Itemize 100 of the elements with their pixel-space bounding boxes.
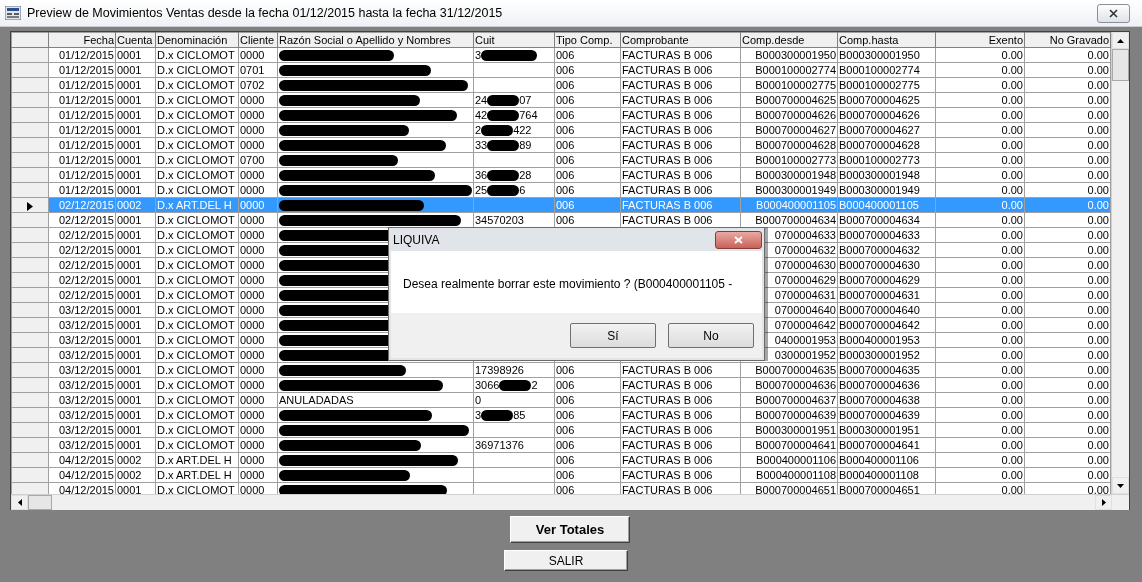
- table-cell: B000300001949: [837, 182, 936, 198]
- table-row[interactable]: 04/12/2015 0002 D.x ART.DEL H 0000 006 FACTURAS B 006 B000400001108 B000400001108 0.00 0.00: [11, 467, 1111, 483]
- table-cell: 0.00: [935, 107, 1025, 123]
- table-cell: B000700004641: [740, 437, 838, 453]
- table-cell: 03/12/2015: [48, 302, 116, 318]
- table-cell: 0.00: [1024, 272, 1111, 288]
- table-row[interactable]: 03/12/2015 0001 D.x CICLOMOT 0000 17398926 006 FACTURAS B 006 B000700004635 B000700004635 0.00 0.00: [11, 362, 1111, 378]
- table-cell: 0.00: [935, 407, 1025, 423]
- table-cell: 006: [554, 122, 621, 138]
- table-row[interactable]: 01/12/2015 0001 D.x CICLOMOT 0000 24 07 006 FACTURAS B 006 B000700004625 B000700004625 0.00 0.00: [11, 92, 1111, 108]
- table-row[interactable]: 01/12/2015 0001 D.x CICLOMOT 0700 006 FACTURAS B 006 B000100002773 B000100002773 0.00 0.00: [11, 152, 1111, 168]
- table-cell: B000700004633: [837, 227, 936, 243]
- table-row[interactable]: 01/12/2015 0001 D.x CICLOMOT 0000 2 422 006 FACTURAS B 006 B000700004627 B000700004627 0.00 0.00: [11, 122, 1111, 138]
- cuit-fragment: 2: [531, 378, 538, 391]
- table-row[interactable]: 01/12/2015 0001 D.x CICLOMOT 0701 006 FACTURAS B 006 B000100002774 B000100002774 0.00 0.00: [11, 62, 1111, 78]
- table-cell: B000100002774: [740, 62, 838, 78]
- table-cell: 03/12/2015: [48, 332, 116, 348]
- table-row[interactable]: 03/12/2015 0001 D.x CICLOMOT 0000 006 FACTURAS B 006 B000300001951 B000300001951 0.00 0.00: [11, 422, 1111, 438]
- column-header[interactable]: Tipo Comp.: [554, 32, 621, 48]
- table-cell: 006: [554, 92, 621, 108]
- close-button[interactable]: [1097, 3, 1130, 23]
- table-cell: 03/12/2015: [48, 347, 116, 363]
- table-row[interactable]: 03/12/2015 0001 D.x CICLOMOT 0000 3 85 006 FACTURAS B 006 B000700004639 B000700004639 0.00 0.00: [11, 407, 1111, 423]
- table-cell: B000700004637: [740, 392, 838, 408]
- table-row[interactable]: 01/12/2015 0001 D.x CICLOMOT 0000 36 28 006 FACTURAS B 006 B000300001948 B000300001948 0.00 0.00: [11, 167, 1111, 183]
- table-cell: 006: [554, 407, 621, 423]
- table-cell: 0.00: [935, 212, 1025, 228]
- table-cell: 0.00: [1024, 392, 1111, 408]
- table-cell: 01/12/2015: [48, 122, 116, 138]
- table-cell: 0.00: [1024, 332, 1111, 348]
- table-cell: FACTURAS B 006: [620, 77, 741, 93]
- table-cell: FACTURAS B 006: [620, 392, 741, 408]
- column-header[interactable]: Razón Social o Apellido y Nombres: [277, 32, 474, 48]
- column-header[interactable]: Denominación: [155, 32, 239, 48]
- table-cell: 0001: [115, 137, 156, 153]
- table-cell: 0001: [115, 407, 156, 423]
- column-header[interactable]: No Gravado: [1024, 32, 1111, 48]
- table-cell: B000700004634: [837, 212, 936, 228]
- column-header[interactable]: Comp.desde: [740, 32, 838, 48]
- table-cell: FACTURAS B 006: [620, 467, 741, 483]
- column-header[interactable]: Exento: [935, 32, 1025, 48]
- table-cell: 0.00: [1024, 452, 1111, 468]
- table-cell: 0.00: [935, 122, 1025, 138]
- table-row[interactable]: 01/12/2015 0001 D.x CICLOMOT 0702 006 FACTURAS B 006 B000100002775 B000100002775 0.00 0.00: [11, 77, 1111, 93]
- scroll-thumb[interactable]: [28, 495, 52, 510]
- totals-button[interactable]: Ver Totales: [510, 516, 630, 543]
- exit-button[interactable]: SALIR: [504, 550, 628, 571]
- table-cell: B000700004635: [740, 362, 838, 378]
- table-cell: B000100002773: [740, 152, 838, 168]
- table-row[interactable]: 03/12/2015 0001 D.x CICLOMOT 0000 36971376 006 FACTURAS B 006 B000700004641 B000700004641 0.00 0.00: [11, 437, 1111, 453]
- no-button[interactable]: No: [668, 323, 754, 348]
- table-cell: B000300001948: [837, 167, 936, 183]
- table-cell: B000400001106: [837, 452, 936, 468]
- table-cell: B000700004628: [740, 137, 838, 153]
- table-row[interactable]: 01/12/2015 0001 D.x CICLOMOT 0000 33 89 006 FACTURAS B 006 B000700004628 B000700004628 0.00 0.00: [11, 137, 1111, 153]
- table-cell: B000700004641: [837, 437, 936, 453]
- right-arrow-icon: [1101, 499, 1106, 506]
- table-row[interactable]: 03/12/2015 0001 D.x CICLOMOT 0000 ANULADADAS 0 006 FACTURAS B 006 B000700004637 B000700004638 0.00 0.00: [11, 392, 1111, 408]
- column-header[interactable]: Cuenta: [115, 32, 156, 48]
- cuit-fragment: 24: [475, 93, 488, 106]
- table-row[interactable]: 01/12/2015 0001 D.x CICLOMOT 0000 3 006 FACTURAS B 006 B000300001950 B000300001950 0.00 0.00: [11, 47, 1111, 63]
- table-cell: 02/12/2015: [48, 257, 116, 273]
- table-row[interactable]: 01/12/2015 0001 D.x CICLOMOT 0000 42 764 006 FACTURAS B 006 B000700004626 B000700004626 0.00 0.00: [11, 107, 1111, 123]
- horizontal-scrollbar[interactable]: [11, 495, 1112, 510]
- table-cell: 0.00: [1024, 347, 1111, 363]
- table-cell: 0.00: [935, 317, 1025, 333]
- table-cell: 0.00: [935, 347, 1025, 363]
- column-header[interactable]: Cuit: [473, 32, 555, 48]
- table-cell: B000400001106: [740, 452, 838, 468]
- table-row[interactable]: 03/12/2015 0001 D.x CICLOMOT 0000 3066 2 006 FACTURAS B 006 B000700004636 B000700004636 0.00 0.00: [11, 377, 1111, 393]
- cuit-fragment: 36: [475, 168, 488, 181]
- table-cell: 006: [554, 77, 621, 93]
- table-cell: 0.00: [935, 287, 1025, 303]
- column-header[interactable]: Fecha: [48, 32, 116, 48]
- table-cell: 0001: [115, 422, 156, 438]
- table-cell: 0001: [115, 377, 156, 393]
- table-cell: 36971376: [473, 437, 555, 453]
- vertical-scrollbar[interactable]: [1111, 32, 1129, 494]
- up-arrow-icon: [1117, 38, 1124, 43]
- column-header[interactable]: Comprobante: [620, 32, 741, 48]
- column-header[interactable]: Comp.hasta: [837, 32, 936, 48]
- table-cell: 0000: [238, 452, 278, 468]
- table-cell: 04/12/2015: [48, 467, 116, 483]
- cuit-fragment: 28: [519, 168, 532, 181]
- table-row[interactable]: 04/12/2015 0002 D.x ART.DEL H 0000 006 FACTURAS B 006 B000400001106 B000400001106 0.00 0.00: [11, 452, 1111, 468]
- table-cell: 0000: [238, 257, 278, 273]
- table-cell: FACTURAS B 006: [620, 362, 741, 378]
- scroll-thumb[interactable]: [1112, 49, 1129, 81]
- table-cell: 006: [554, 182, 621, 198]
- table-cell: 0000: [238, 362, 278, 378]
- table-cell: 0701: [238, 62, 278, 78]
- table-row[interactable]: 02/12/2015 0001 D.x CICLOMOT 0000 34570203 006 FACTURAS B 006 B000700004634 B000700004634 0.00 0.00: [11, 212, 1111, 228]
- table-cell: D.x CICLOMOT: [155, 137, 239, 153]
- column-header[interactable]: Cliente: [238, 32, 278, 48]
- close-button[interactable]: [715, 230, 762, 249]
- table-cell: B000700004630: [837, 257, 936, 273]
- table-cell: 0.00: [935, 392, 1025, 408]
- table-cell: B000300001951: [837, 422, 936, 438]
- yes-button[interactable]: Sí: [570, 323, 656, 348]
- table-row[interactable]: 01/12/2015 0001 D.x CICLOMOT 0000 25 6 006 FACTURAS B 006 B000300001949 B000300001949 0.00 0.00: [11, 182, 1111, 198]
